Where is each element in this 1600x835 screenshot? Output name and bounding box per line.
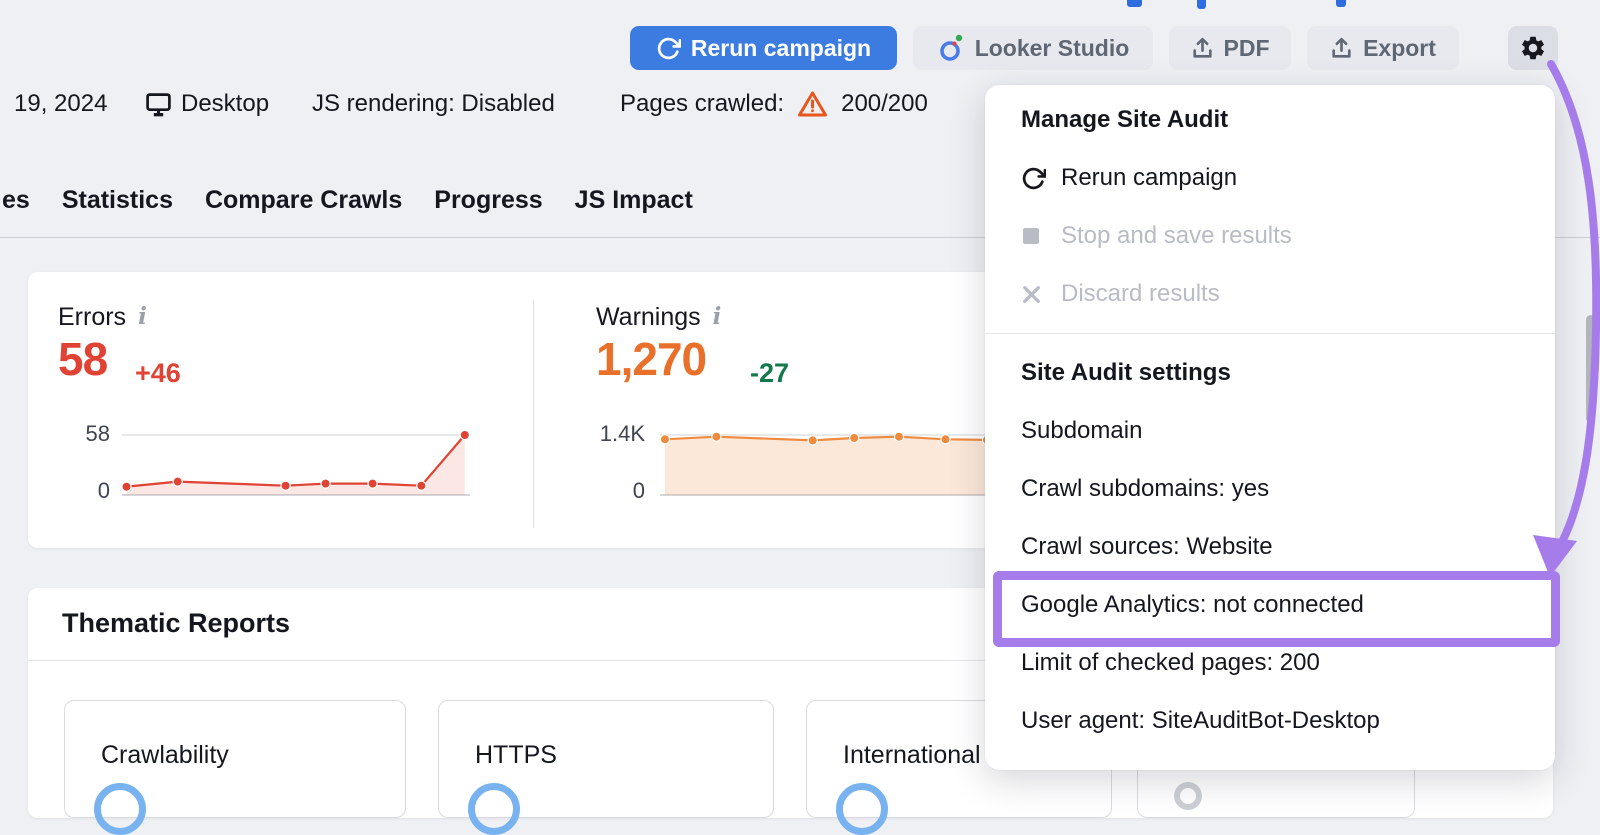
clipped-link-fragment: [1197, 0, 1206, 9]
tab-js-impact[interactable]: JS Impact: [575, 186, 693, 215]
errors-delta: +46: [135, 358, 181, 389]
export-label: Export: [1363, 35, 1436, 62]
crawl-date: 19, 2024: [14, 90, 107, 118]
warning-triangle-icon[interactable]: [797, 90, 828, 118]
tab-compare-crawls[interactable]: Compare Crawls: [205, 186, 402, 215]
menu-item-user-agent[interactable]: User agent: SiteAuditBot-Desktop: [985, 692, 1555, 750]
thematic-card-label: Crawlability: [101, 741, 229, 770]
errors-axis-min: 0: [60, 478, 110, 504]
rerun-campaign-label: Rerun campaign: [691, 35, 871, 62]
menu-divider: [985, 333, 1555, 334]
thematic-card-label: International: [843, 741, 981, 770]
looker-studio-icon: [937, 33, 965, 63]
pages-crawled: Pages crawled: 200/200: [620, 90, 928, 118]
warnings-axis-max: 1.4K: [575, 421, 645, 447]
info-icon[interactable]: i: [713, 303, 722, 330]
menu-section-manage: Manage Site Audit: [985, 91, 1555, 149]
clipped-link-fragment: [1127, 0, 1142, 7]
score-ring-icon: [468, 783, 520, 835]
menu-item-subdomain[interactable]: Subdomain: [985, 402, 1555, 460]
upload-icon: [1191, 36, 1214, 61]
monitor-icon: [145, 91, 172, 118]
warnings-value: 1,270: [596, 332, 706, 386]
stop-icon: [1021, 226, 1047, 246]
errors-sparkline-chart: [122, 429, 470, 501]
menu-item-google-analytics[interactable]: Google Analytics: not connected: [985, 576, 1555, 634]
report-tabs: es Statistics Compare Crawls Progress JS…: [2, 186, 693, 215]
tab-progress[interactable]: Progress: [434, 186, 542, 215]
pages-crawled-value: 200/200: [841, 90, 928, 118]
thematic-reports-title: Thematic Reports: [62, 608, 290, 639]
tab-issues-clipped[interactable]: es: [2, 186, 30, 215]
device-label: Desktop: [181, 90, 269, 118]
pages-crawled-label: Pages crawled:: [620, 90, 784, 118]
score-ring-icon: [1174, 782, 1202, 810]
pdf-button[interactable]: PDF: [1169, 26, 1291, 70]
warnings-title: Warnings i: [596, 303, 721, 332]
menu-item-stop-and-save[interactable]: Stop and save results: [985, 207, 1555, 265]
menu-item-discard-results[interactable]: Discard results: [985, 265, 1555, 323]
settings-gear-button[interactable]: [1508, 26, 1558, 70]
thematic-card-label: HTTPS: [475, 741, 557, 770]
errors-axis-max: 58: [60, 421, 110, 447]
device-indicator: Desktop: [145, 90, 269, 118]
menu-item-rerun-campaign[interactable]: Rerun campaign: [985, 149, 1555, 207]
warnings-delta: -27: [750, 358, 789, 389]
menu-section-settings: Site Audit settings: [985, 344, 1555, 402]
warnings-axis-min: 0: [575, 478, 645, 504]
x-icon: [1021, 284, 1047, 305]
js-rendering-status: JS rendering: Disabled: [312, 90, 555, 118]
menu-item-crawl-subdomains[interactable]: Crawl subdomains: yes: [985, 460, 1555, 518]
errors-value: 58: [58, 332, 107, 386]
tab-statistics[interactable]: Statistics: [62, 186, 173, 215]
stats-divider: [533, 300, 534, 528]
export-button[interactable]: Export: [1307, 26, 1459, 70]
warnings-sparkline-chart: [660, 429, 992, 501]
info-icon[interactable]: i: [138, 303, 147, 330]
upload-icon: [1330, 36, 1353, 61]
refresh-icon: [1021, 166, 1047, 191]
site-audit-settings-menu: Manage Site Audit Rerun campaign Stop an…: [985, 85, 1555, 770]
score-ring-icon: [94, 783, 146, 835]
pdf-label: PDF: [1224, 35, 1270, 62]
gear-icon: [1519, 34, 1547, 62]
menu-scrollbar[interactable]: [1586, 315, 1595, 423]
menu-item-crawl-sources[interactable]: Crawl sources: Website: [985, 518, 1555, 576]
looker-studio-label: Looker Studio: [975, 35, 1130, 62]
rerun-campaign-button[interactable]: Rerun campaign: [630, 26, 897, 70]
refresh-icon: [656, 36, 681, 61]
menu-item-limit-pages[interactable]: Limit of checked pages: 200: [985, 634, 1555, 692]
errors-title: Errors i: [58, 303, 147, 332]
looker-studio-button[interactable]: Looker Studio: [913, 26, 1153, 70]
score-ring-icon: [836, 783, 888, 835]
clipped-link-fragment: [1336, 0, 1346, 7]
